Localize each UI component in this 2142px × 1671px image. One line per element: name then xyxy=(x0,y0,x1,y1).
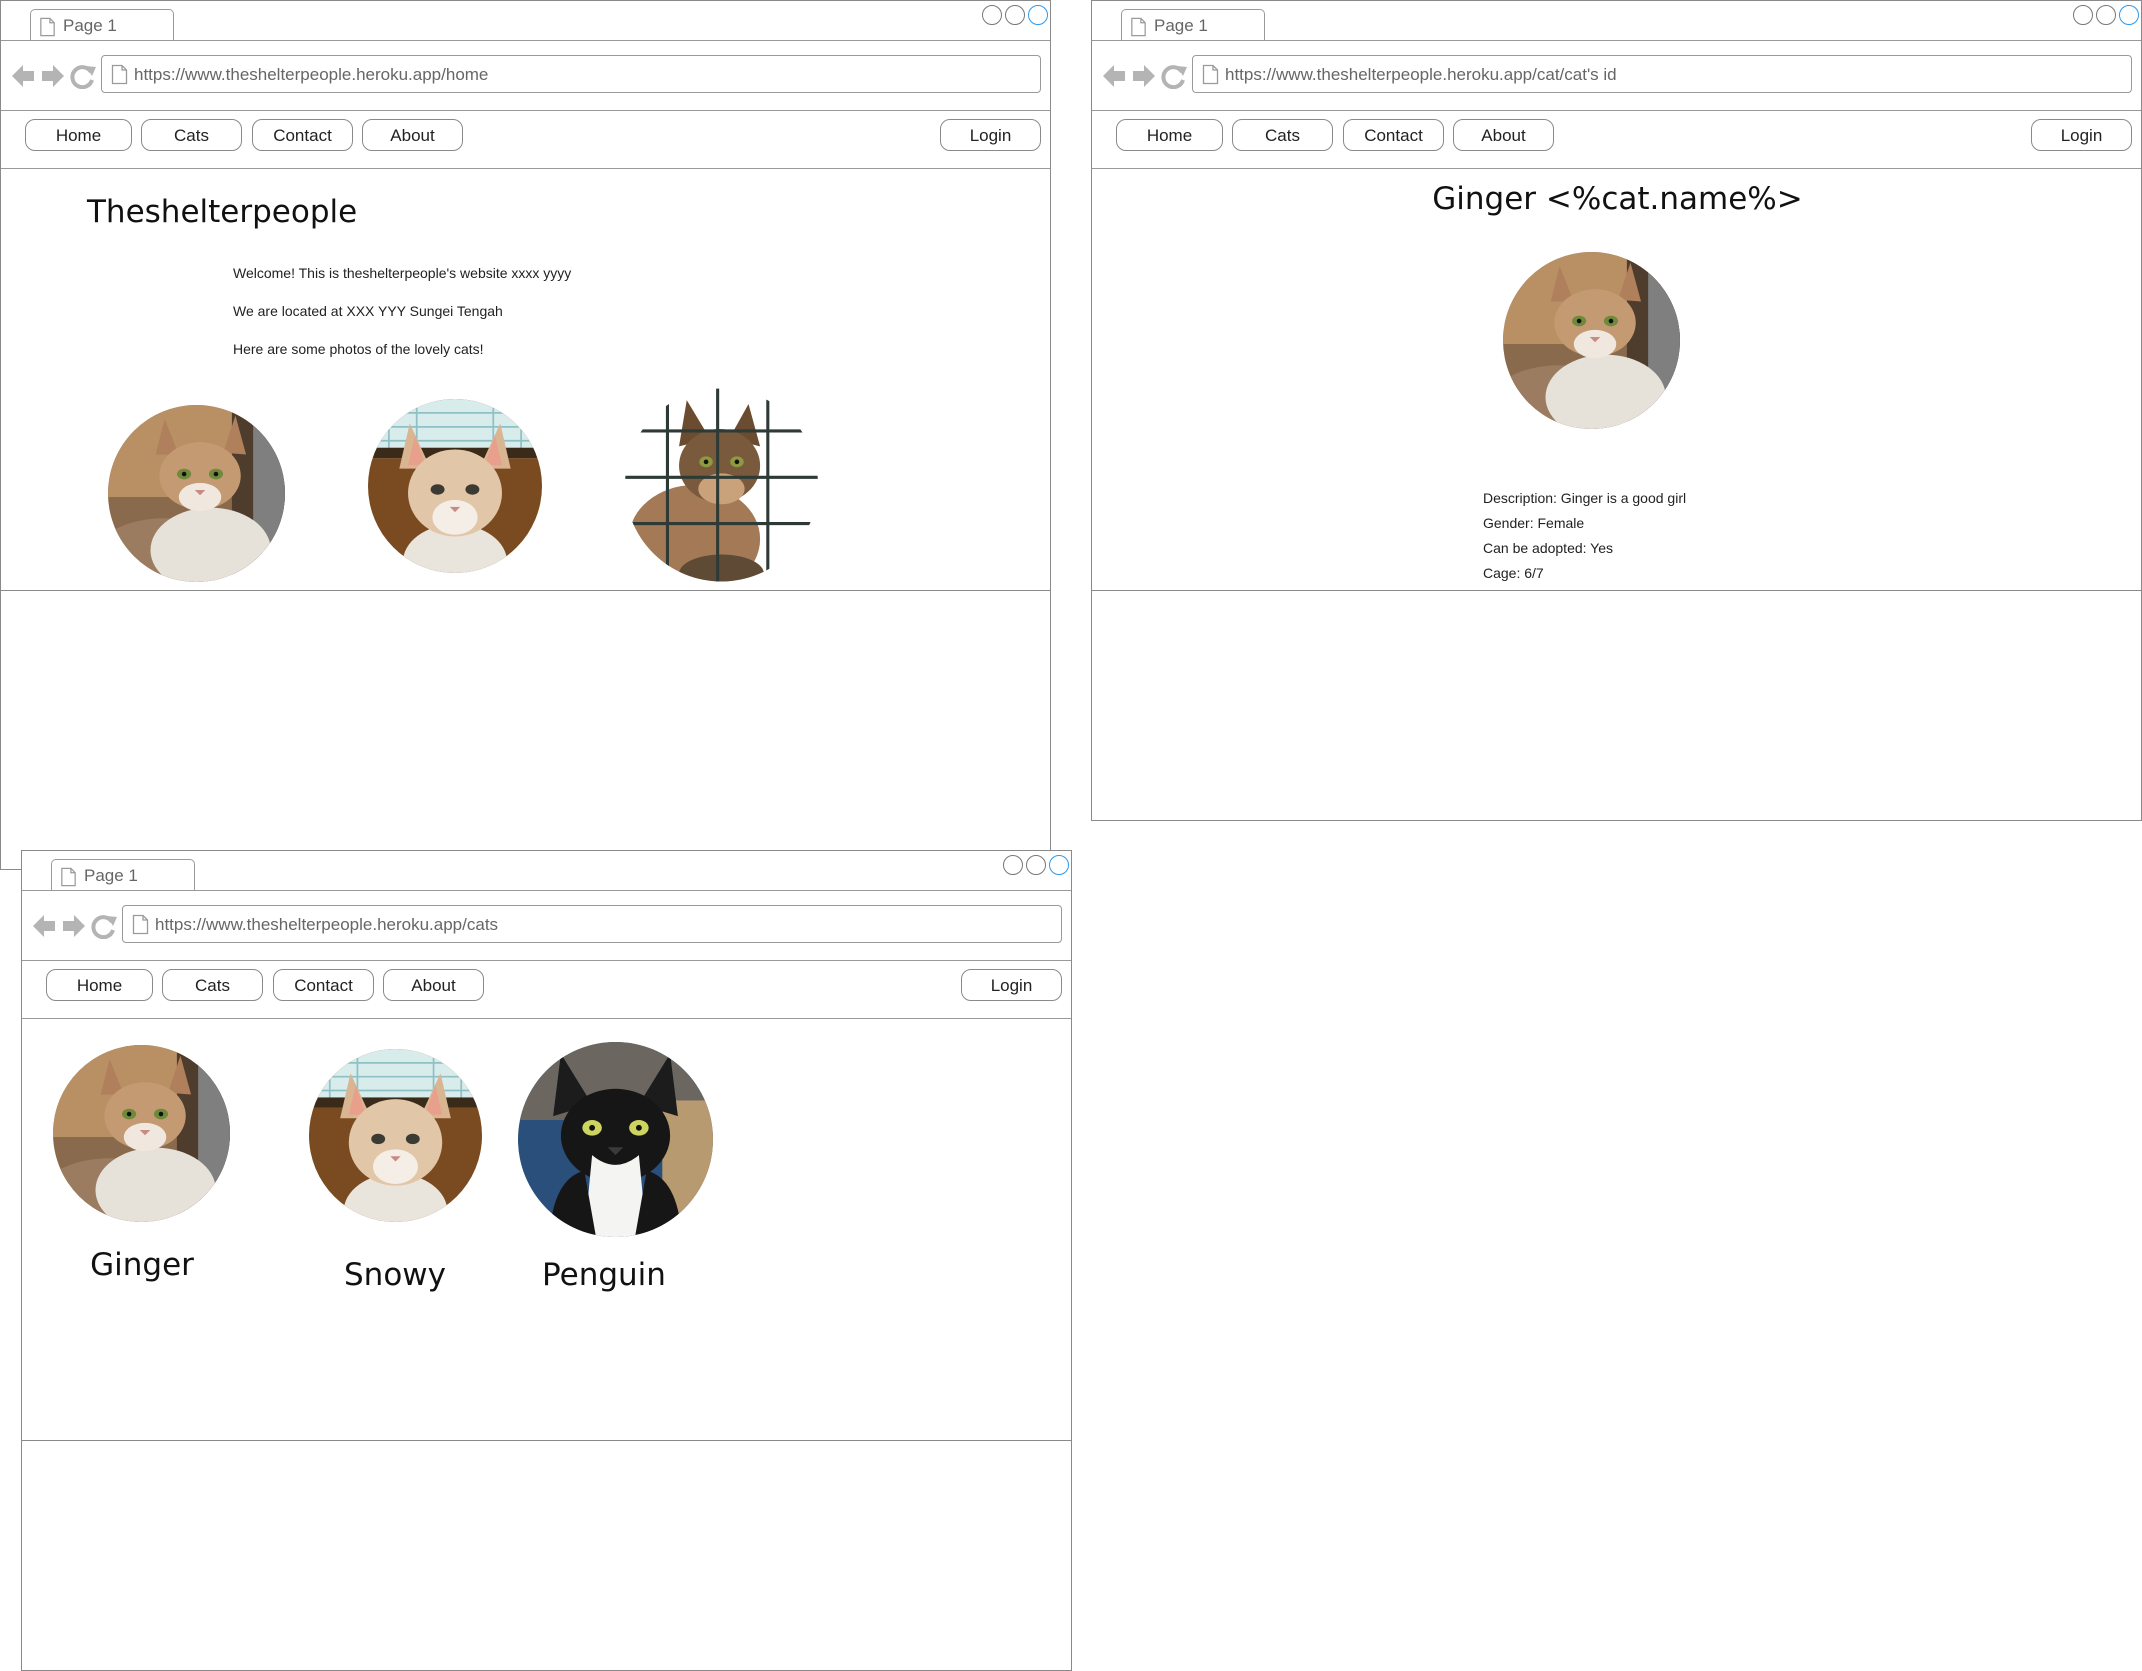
toolbar-divider xyxy=(1092,110,2141,111)
back-arrow-icon[interactable] xyxy=(1103,65,1125,87)
content-divider xyxy=(1,590,1050,591)
nav-divider xyxy=(1,168,1050,169)
window-controls xyxy=(2073,5,2139,29)
cat-photo-tabby xyxy=(625,388,818,582)
cat-photo-ginger xyxy=(108,405,285,582)
window-controls xyxy=(1003,855,1069,879)
back-arrow-icon[interactable] xyxy=(33,915,55,937)
content-divider xyxy=(1092,590,2141,591)
nav-cats-button[interactable]: Cats xyxy=(141,119,242,151)
page-icon xyxy=(111,64,128,85)
content-divider xyxy=(22,1440,1071,1441)
address-bar[interactable]: https://www.theshelterpeople.heroku.app/… xyxy=(101,55,1041,93)
maximize-button[interactable] xyxy=(2096,5,2116,25)
nav-cats-button[interactable]: Cats xyxy=(1232,119,1333,151)
nav-home-button[interactable]: Home xyxy=(1116,119,1223,151)
address-bar[interactable]: https://www.theshelterpeople.heroku.app/… xyxy=(1192,55,2132,93)
address-bar[interactable]: https://www.theshelterpeople.heroku.app/… xyxy=(122,905,1062,943)
browser-tab[interactable]: Page 1 xyxy=(51,859,195,890)
nav-home-button[interactable]: Home xyxy=(25,119,132,151)
cat-name-heading: Ginger <%cat.name%> xyxy=(1432,181,1803,217)
welcome-text: Welcome! This is theshelterpeople's webs… xyxy=(233,265,572,281)
login-button[interactable]: Login xyxy=(961,969,1062,1001)
cat-card-photo-snowy[interactable] xyxy=(309,1049,482,1222)
login-button[interactable]: Login xyxy=(2031,119,2132,151)
maximize-button[interactable] xyxy=(1026,855,1046,875)
cat-card-photo-penguin[interactable] xyxy=(518,1042,713,1237)
nav-about-button[interactable]: About xyxy=(383,969,484,1001)
nav-arrows xyxy=(12,65,96,89)
cat-gender: Gender: Female xyxy=(1483,515,1585,531)
tab-label: Page 1 xyxy=(63,16,117,35)
browser-window-home: Page 1 https://www.theshelterpeople.hero… xyxy=(0,0,1051,870)
page-icon xyxy=(60,867,77,887)
cat-card-name[interactable]: Penguin xyxy=(504,1257,704,1293)
reload-icon[interactable] xyxy=(1161,65,1187,89)
back-arrow-icon[interactable] xyxy=(12,65,34,87)
reload-icon[interactable] xyxy=(70,65,96,89)
tab-strip-border xyxy=(1,40,1050,41)
toolbar-divider xyxy=(22,960,1071,961)
url-text: https://www.theshelterpeople.heroku.app/… xyxy=(1225,65,1617,84)
browser-window-cat-detail: Page 1 https://www.theshelterpeople.hero… xyxy=(1091,0,2142,821)
login-button[interactable]: Login xyxy=(940,119,1041,151)
nav-about-button[interactable]: About xyxy=(362,119,463,151)
nav-contact-button[interactable]: Contact xyxy=(273,969,374,1001)
forward-arrow-icon[interactable] xyxy=(42,65,64,87)
browser-tab[interactable]: Page 1 xyxy=(1121,9,1265,40)
nav-home-button[interactable]: Home xyxy=(46,969,153,1001)
url-text: https://www.theshelterpeople.heroku.app/… xyxy=(134,65,489,84)
tab-label: Page 1 xyxy=(1154,16,1208,35)
nav-cats-button[interactable]: Cats xyxy=(162,969,263,1001)
nav-divider xyxy=(1092,168,2141,169)
nav-arrows xyxy=(33,915,117,939)
minimize-button[interactable] xyxy=(1003,855,1023,875)
cat-card-photo-ginger[interactable] xyxy=(53,1045,230,1222)
site-nav: Home Cats Contact About Login xyxy=(1092,119,2141,153)
page-title: Theshelterpeople xyxy=(87,194,358,230)
cat-adoptable: Can be adopted: Yes xyxy=(1483,540,1614,556)
tab-strip-border xyxy=(22,890,1071,891)
window-controls xyxy=(982,5,1048,29)
forward-arrow-icon[interactable] xyxy=(63,915,85,937)
nav-contact-button[interactable]: Contact xyxy=(1343,119,1444,151)
cat-cage: Cage: 6/7 xyxy=(1483,565,1544,581)
nav-contact-button[interactable]: Contact xyxy=(252,119,353,151)
browser-window-cats: Page 1 https://www.theshelterpeople.hero… xyxy=(21,850,1072,1671)
cat-photo-ginger xyxy=(1503,252,1680,429)
cat-photo-snowy xyxy=(368,399,542,573)
reload-icon[interactable] xyxy=(91,915,117,939)
tab-label: Page 1 xyxy=(84,866,138,885)
page-icon xyxy=(132,914,149,935)
site-nav: Home Cats Contact About Login xyxy=(1,119,1050,153)
cat-card-name[interactable]: Ginger xyxy=(42,1247,242,1283)
cat-description: Description: Ginger is a good girl xyxy=(1483,490,1687,506)
location-text: We are located at XXX YYY Sungei Tengah xyxy=(233,303,503,319)
nav-about-button[interactable]: About xyxy=(1453,119,1554,151)
forward-arrow-icon[interactable] xyxy=(1133,65,1155,87)
photos-intro-text: Here are some photos of the lovely cats! xyxy=(233,341,484,357)
page-icon xyxy=(1130,17,1147,37)
page-icon xyxy=(1202,64,1219,85)
url-text: https://www.theshelterpeople.heroku.app/… xyxy=(155,915,499,934)
nav-divider xyxy=(22,1018,1071,1019)
minimize-button[interactable] xyxy=(982,5,1002,25)
browser-tab[interactable]: Page 1 xyxy=(30,9,174,40)
page-icon xyxy=(39,17,56,37)
nav-arrows xyxy=(1103,65,1187,89)
toolbar-divider xyxy=(1,110,1050,111)
close-button[interactable] xyxy=(2119,5,2139,25)
minimize-button[interactable] xyxy=(2073,5,2093,25)
cat-card-name[interactable]: Snowy xyxy=(295,1257,495,1293)
close-button[interactable] xyxy=(1049,855,1069,875)
tab-strip-border xyxy=(1092,40,2141,41)
site-nav: Home Cats Contact About Login xyxy=(22,969,1071,1003)
close-button[interactable] xyxy=(1028,5,1048,25)
maximize-button[interactable] xyxy=(1005,5,1025,25)
